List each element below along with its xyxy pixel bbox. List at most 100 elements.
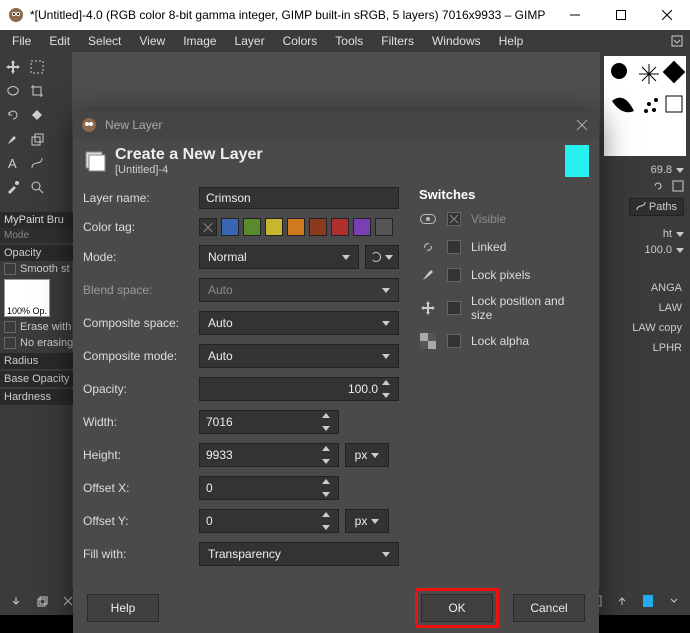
status-down-icon[interactable]: [6, 591, 26, 611]
gimp-logo-icon: [81, 117, 97, 133]
reset-icon: [371, 252, 381, 262]
color-tag-gray[interactable]: [375, 218, 393, 236]
cancel-button[interactable]: Cancel: [513, 594, 585, 622]
offset-y-input[interactable]: 0: [199, 509, 339, 533]
offset-x-input[interactable]: 0: [199, 476, 339, 500]
chevron-down-icon[interactable]: [676, 168, 684, 173]
layer-thumb-icon[interactable]: [638, 591, 658, 611]
width-input[interactable]: 7016: [199, 410, 339, 434]
menu-layer[interactable]: Layer: [227, 32, 273, 50]
tool-rotate-icon[interactable]: [2, 104, 24, 126]
layer-color-preview: [565, 145, 589, 177]
color-tag-brown[interactable]: [309, 218, 327, 236]
height-input[interactable]: 9933: [199, 443, 339, 467]
window-close-button[interactable]: [644, 0, 690, 30]
chevron-down-icon[interactable]: [676, 248, 684, 253]
color-tag-green[interactable]: [243, 218, 261, 236]
brush-icon: [419, 266, 437, 284]
tool-text-icon[interactable]: A: [2, 152, 24, 174]
layer-more-icon[interactable]: [664, 591, 684, 611]
window-minimize-button[interactable]: [552, 0, 598, 30]
composite-mode-select[interactable]: Auto: [199, 344, 399, 368]
layer-item[interactable]: ANGA: [600, 278, 690, 298]
tool-path-icon[interactable]: [26, 152, 48, 174]
size-unit-select[interactable]: px: [345, 443, 389, 467]
color-tag-orange[interactable]: [287, 218, 305, 236]
dialog-titlebar[interactable]: New Layer: [73, 111, 599, 139]
chevron-down-icon: [371, 519, 379, 524]
menu-file[interactable]: File: [4, 32, 39, 50]
menu-colors[interactable]: Colors: [275, 32, 326, 50]
color-tag-none[interactable]: [199, 218, 217, 236]
tool-zoom-icon[interactable]: [26, 176, 48, 198]
help-button[interactable]: Help: [87, 594, 159, 622]
composite-space-select[interactable]: Auto: [199, 311, 399, 335]
chevron-down-icon: [382, 321, 390, 326]
smooth-label: Smooth st: [20, 263, 70, 275]
switches-panel: Switches Visible Linked Lock pi: [419, 187, 599, 566]
composite-space-label: Composite space:: [83, 316, 193, 330]
grid-icon[interactable]: [672, 180, 684, 192]
brushes-preview[interactable]: [604, 56, 686, 156]
opacity-slider[interactable]: 100.0: [199, 377, 399, 401]
color-tag-blue[interactable]: [221, 218, 239, 236]
menu-tools[interactable]: Tools: [327, 32, 371, 50]
tool-crop-icon[interactable]: [26, 80, 48, 102]
tool-select-rect-icon[interactable]: [26, 56, 48, 78]
cancel-label: Cancel: [530, 601, 567, 615]
reset-icon[interactable]: [652, 180, 664, 192]
color-tag-violet[interactable]: [353, 218, 371, 236]
visible-label: Visible: [471, 212, 506, 226]
menu-help[interactable]: Help: [491, 32, 532, 50]
layer-item[interactable]: LAW: [600, 298, 690, 318]
tool-brush-icon[interactable]: [2, 128, 24, 150]
color-tag-yellow[interactable]: [265, 218, 283, 236]
mode-select[interactable]: Normal: [199, 245, 359, 269]
height-label: Height:: [83, 448, 193, 462]
layer-item[interactable]: LAW copy: [600, 318, 690, 338]
blend-space-select[interactable]: Auto: [199, 278, 399, 302]
dialog-subheading: [Untitled]-4: [115, 164, 263, 176]
dialog-form: Layer name: Color tag: Mode:: [83, 187, 399, 566]
tool-lasso-icon[interactable]: [2, 80, 24, 102]
linked-checkbox[interactable]: [447, 240, 461, 254]
lockpixels-label: Lock pixels: [471, 268, 530, 282]
menu-filters[interactable]: Filters: [373, 32, 422, 50]
menu-select[interactable]: Select: [80, 32, 129, 50]
offset-x-label: Offset X:: [83, 481, 193, 495]
menu-view[interactable]: View: [131, 32, 173, 50]
lockpos-checkbox[interactable]: [447, 301, 461, 315]
menu-windows[interactable]: Windows: [424, 32, 489, 50]
window-maximize-button[interactable]: [598, 0, 644, 30]
tool-clone-icon[interactable]: [26, 128, 48, 150]
menu-overflow-icon[interactable]: [668, 32, 686, 50]
chevron-down-icon[interactable]: [676, 232, 684, 237]
tool-move-icon[interactable]: [2, 56, 24, 78]
color-tag-picker: [199, 218, 393, 236]
visible-checkbox[interactable]: [447, 212, 461, 226]
fill-with-select[interactable]: Transparency: [199, 542, 399, 566]
menu-edit[interactable]: Edit: [41, 32, 78, 50]
dialog-close-button[interactable]: [573, 116, 591, 134]
right-dock: 69.8 Paths ht 100.0 ANGA LAW LAW copy LP…: [600, 52, 690, 615]
brush-size-value[interactable]: 69.8: [651, 164, 672, 176]
paths-tab[interactable]: Paths: [629, 198, 684, 216]
lockalpha-checkbox[interactable]: [447, 334, 461, 348]
tool-picker-icon[interactable]: [2, 176, 24, 198]
tool-bucket-icon[interactable]: [26, 104, 48, 126]
mode-reset-button[interactable]: [365, 245, 399, 269]
ok-button[interactable]: OK: [421, 594, 493, 622]
brush-preview-chip[interactable]: 100% Op.: [4, 279, 50, 317]
chevron-down-icon: [382, 288, 390, 293]
color-tag-red[interactable]: [331, 218, 349, 236]
lockpixels-checkbox[interactable]: [447, 268, 461, 282]
menu-image[interactable]: Image: [175, 32, 224, 50]
layer-item[interactable]: LPHR: [600, 338, 690, 358]
layer-opacity-value[interactable]: 100.0: [644, 244, 672, 256]
layer-name-input[interactable]: [199, 187, 399, 209]
status-dup-icon[interactable]: [32, 591, 52, 611]
fill-with-label: Fill with:: [83, 547, 193, 561]
layer-up-icon[interactable]: [612, 591, 632, 611]
offset-unit-select[interactable]: px: [345, 509, 389, 533]
width-value: 7016: [206, 415, 233, 429]
